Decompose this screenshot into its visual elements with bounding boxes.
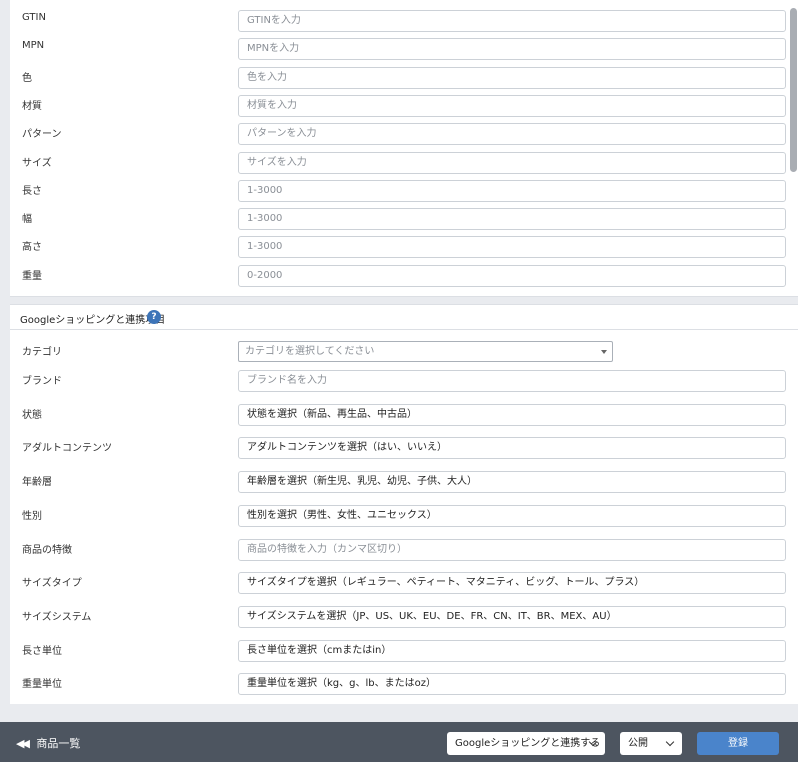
form-row: サイズシステム サイズシステムを選択（JP、US、UK、EU、DE、FR、CN、I… (10, 605, 798, 634)
field-label: サイズ (22, 157, 52, 169)
google-shopping-panel: Googleショッピングと連携項目 ? カテゴリ カテゴリを選択してください ブ… (10, 304, 798, 704)
google-sync-dropdown-value: Googleショッピングと連携する (455, 738, 601, 749)
select-field[interactable]: 性別を選択（男性、女性、ユニセックス） (238, 504, 786, 527)
category-select[interactable]: カテゴリを選択してください (238, 341, 613, 362)
field-label: アダルトコンテンツ (22, 443, 112, 455)
field-label: 重量 (22, 270, 42, 282)
text-input[interactable]: パターンを入力 (238, 123, 786, 146)
text-input[interactable]: サイズを入力 (238, 151, 786, 174)
select-field[interactable]: 状態を選択（新品、再生品、中古品） (238, 403, 786, 426)
back-to-list-label: 商品一覧 (36, 737, 81, 750)
field-label: 性別 (22, 510, 42, 522)
field-label: 商品の特徴 (22, 544, 72, 556)
double-left-arrow-icon: ◀◀ (16, 737, 30, 750)
category-select-placeholder: カテゴリを選択してください (245, 346, 375, 357)
form-row: 長さ単位 長さ単位を選択（cmまたはin） (10, 639, 798, 668)
form-row: 材質 材質を入力 (10, 94, 798, 123)
field-label: 高さ (22, 242, 42, 254)
text-input[interactable]: MPNを入力 (238, 38, 786, 61)
chevron-down-icon (665, 737, 675, 747)
google-sync-dropdown[interactable]: Googleショッピングと連携する (447, 732, 605, 755)
help-icon[interactable]: ? (147, 310, 161, 324)
google-section-title: Googleショッピングと連携項目 (20, 315, 166, 326)
text-input[interactable]: 1-3000 (238, 179, 786, 202)
form-row: 状態 状態を選択（新品、再生品、中古品） (10, 403, 798, 432)
product-attributes-panel: GTIN GTINを入力 MPN MPNを入力色色を入力 材質 材質を入力 パターン パターン… (10, 0, 798, 297)
action-footer: ◀◀ 商品一覧 Googleショッピングと連携する 公開 登録 (0, 722, 798, 762)
caret-down-icon (601, 350, 607, 354)
text-input[interactable]: ブランド名を入力 (238, 370, 786, 392)
form-row: 重量 0-2000 (10, 264, 798, 293)
form-row: MPN MPNを入力 (10, 38, 798, 66)
select-field[interactable]: アダルトコンテンツを選択（はい、いいえ） (238, 437, 786, 460)
field-label: GTIN (22, 12, 46, 23)
text-input[interactable]: 0-2000 (238, 264, 786, 287)
text-input[interactable]: GTINを入力 (238, 10, 786, 32)
field-label: 状態 (22, 409, 42, 421)
field-label: ブランド (22, 376, 62, 387)
select-field[interactable]: 長さ単位を選択（cmまたはin） (238, 639, 786, 662)
text-input[interactable]: 色を入力 (238, 66, 786, 89)
text-input[interactable]: 1-3000 (238, 208, 786, 231)
form-row: サイズ サイズを入力 (10, 151, 798, 180)
form-row: 重量単位 重量単位を選択（kg、g、lb、またはoz） (10, 673, 798, 701)
field-label: サイズタイプ (22, 578, 82, 590)
form-row: 幅 1-3000 (10, 208, 798, 236)
text-input[interactable]: 1-3000 (238, 236, 786, 259)
field-label: 長さ (22, 185, 42, 197)
select-field[interactable]: 重量単位を選択（kg、g、lb、またはoz） (238, 673, 786, 696)
select-field[interactable]: サイズシステムを選択（JP、US、UK、EU、DE、FR、CN、IT、BR、ME… (238, 605, 786, 628)
form-row: アダルトコンテンツ アダルトコンテンツを選択（はい、いいえ） (10, 437, 798, 465)
field-label: 色 (22, 72, 32, 84)
publish-status-dropdown[interactable]: 公開 (620, 732, 682, 755)
form-row: GTIN GTINを入力 (10, 10, 798, 38)
form-row: 年齢層 年齢層を選択（新生児、乳児、幼児、子供、大人） (10, 471, 798, 499)
publish-status-value: 公開 (628, 738, 648, 749)
form-row: 長さ 1-3000 (10, 179, 798, 208)
form-row: サイズタイプ サイズタイプを選択（レギュラー、ペティート、マタニティ、ビッグ、トー… (10, 572, 798, 600)
field-label: サイズシステム (22, 611, 92, 623)
form-row: 色 色を入力 (10, 66, 798, 95)
field-label: 年齢層 (22, 477, 52, 489)
field-label: 幅 (22, 214, 32, 226)
field-label: 長さ単位 (22, 645, 62, 657)
select-field[interactable]: サイズタイプを選択（レギュラー、ペティート、マタニティ、ビッグ、トール、プラス） (238, 572, 786, 595)
category-row: カテゴリ カテゴリを選択してください (10, 341, 798, 369)
form-row: ブランド ブランド名を入力 (10, 370, 798, 398)
register-button[interactable]: 登録 (697, 732, 779, 755)
form-row: パターン パターンを入力 (10, 123, 798, 151)
form-row: 性別 性別を選択（男性、女性、ユニセックス） (10, 504, 798, 533)
field-label: パターン (22, 129, 62, 141)
back-to-list-link[interactable]: ◀◀ 商品一覧 (16, 735, 80, 751)
text-input[interactable]: 商品の特徴を入力（カンマ区切り） (238, 538, 786, 561)
scrollbar[interactable] (790, 0, 798, 762)
field-label: 重量単位 (22, 679, 62, 691)
form-row: 商品の特徴 商品の特徴を入力（カンマ区切り） (10, 538, 798, 567)
form-row: 高さ 1-3000 (10, 236, 798, 264)
scrollbar-thumb[interactable] (790, 8, 797, 172)
select-field[interactable]: 年齢層を選択（新生児、乳児、幼児、子供、大人） (238, 471, 786, 494)
text-input[interactable]: 材質を入力 (238, 94, 786, 117)
category-label: カテゴリ (22, 347, 62, 358)
google-section-header: Googleショッピングと連携項目 ? (10, 305, 798, 330)
field-label: 材質 (22, 100, 42, 112)
field-label: MPN (22, 40, 45, 52)
